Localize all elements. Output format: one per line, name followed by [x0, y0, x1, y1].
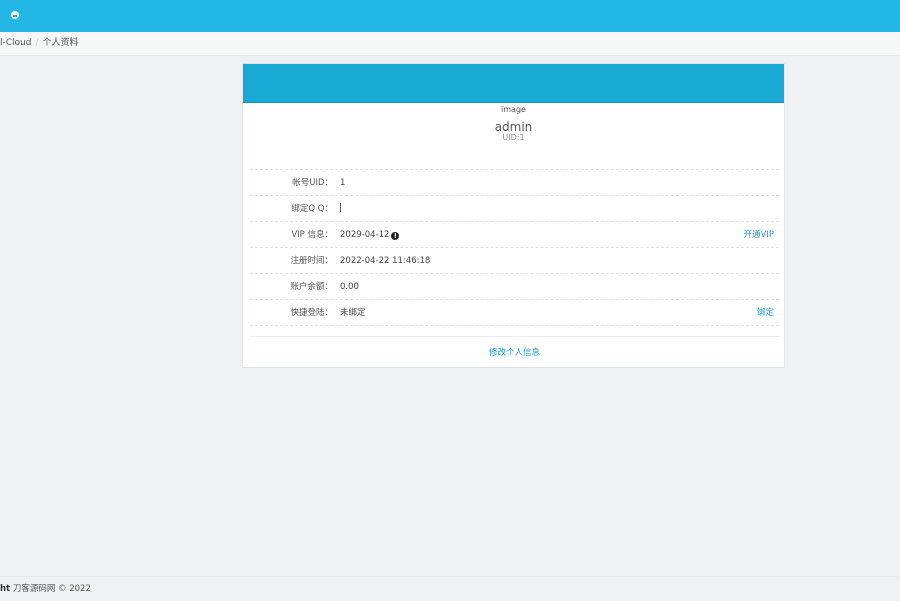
footer-brand: ht: [0, 584, 11, 594]
profile-card: image admin UID:1 帐号UID： 1 绑定Q Q： VIP 信息…: [242, 63, 785, 368]
avatar-broken-image: image: [501, 105, 526, 114]
info-label: VIP 信息：: [291, 230, 333, 240]
profile-card-header: [243, 64, 784, 103]
info-row-vip: VIP 信息： 2029-04-12! 开通VIP: [250, 222, 779, 248]
info-row-quick-login: 快捷登陆： 未绑定 绑定: [250, 300, 779, 326]
info-label: 快捷登陆：: [290, 308, 333, 318]
info-value: 2029-04-12!: [340, 222, 400, 248]
info-list: 帐号UID： 1 绑定Q Q： VIP 信息： 2029-04-12! 开通VI…: [250, 169, 779, 326]
info-value: 2022-04-22 11:46:18: [340, 256, 431, 266]
info-row-balance: 账户余额： 0.00: [250, 274, 779, 300]
avatar: image: [243, 104, 784, 116]
info-label: 注册时间：: [290, 256, 333, 266]
top-navbar: [0, 0, 900, 32]
info-label: 帐号UID：: [292, 178, 333, 188]
info-row-register-time: 注册时间： 2022-04-22 11:46:18: [250, 248, 779, 274]
vip-expiry: 2029-04-12: [340, 230, 390, 240]
bind-link[interactable]: 绑定: [757, 300, 774, 326]
exclamation-circle-icon[interactable]: !: [391, 232, 400, 240]
breadcrumb: l-Cloud / 个人资料: [0, 32, 900, 56]
open-vip-link[interactable]: 开通VIP: [744, 222, 774, 248]
username: admin: [494, 120, 533, 134]
info-label: 绑定Q Q：: [291, 204, 333, 214]
edit-profile-link[interactable]: 修改个人信息: [489, 348, 540, 358]
info-label: 账户余额：: [290, 282, 333, 292]
footer-copyright: 刀客源码网 © 2022: [10, 584, 91, 594]
breadcrumb-item-current: 个人资料: [42, 38, 79, 48]
info-value: [340, 196, 341, 222]
user-circle-icon[interactable]: [11, 11, 19, 19]
info-value: 1: [340, 178, 346, 188]
card-footer: 修改个人信息: [250, 336, 779, 369]
breadcrumb-separator: /: [35, 38, 39, 48]
info-row-qq: 绑定Q Q：: [250, 196, 779, 222]
info-value: 0.00: [340, 282, 359, 292]
info-row-uid: 帐号UID： 1: [250, 170, 779, 196]
info-value: 未绑定: [340, 308, 366, 318]
breadcrumb-item-home[interactable]: l-Cloud: [0, 38, 31, 48]
page-footer: ht 刀客源码网 © 2022: [0, 576, 900, 601]
uid-subtitle: UID:1: [502, 133, 525, 142]
text-cursor: [340, 203, 341, 212]
